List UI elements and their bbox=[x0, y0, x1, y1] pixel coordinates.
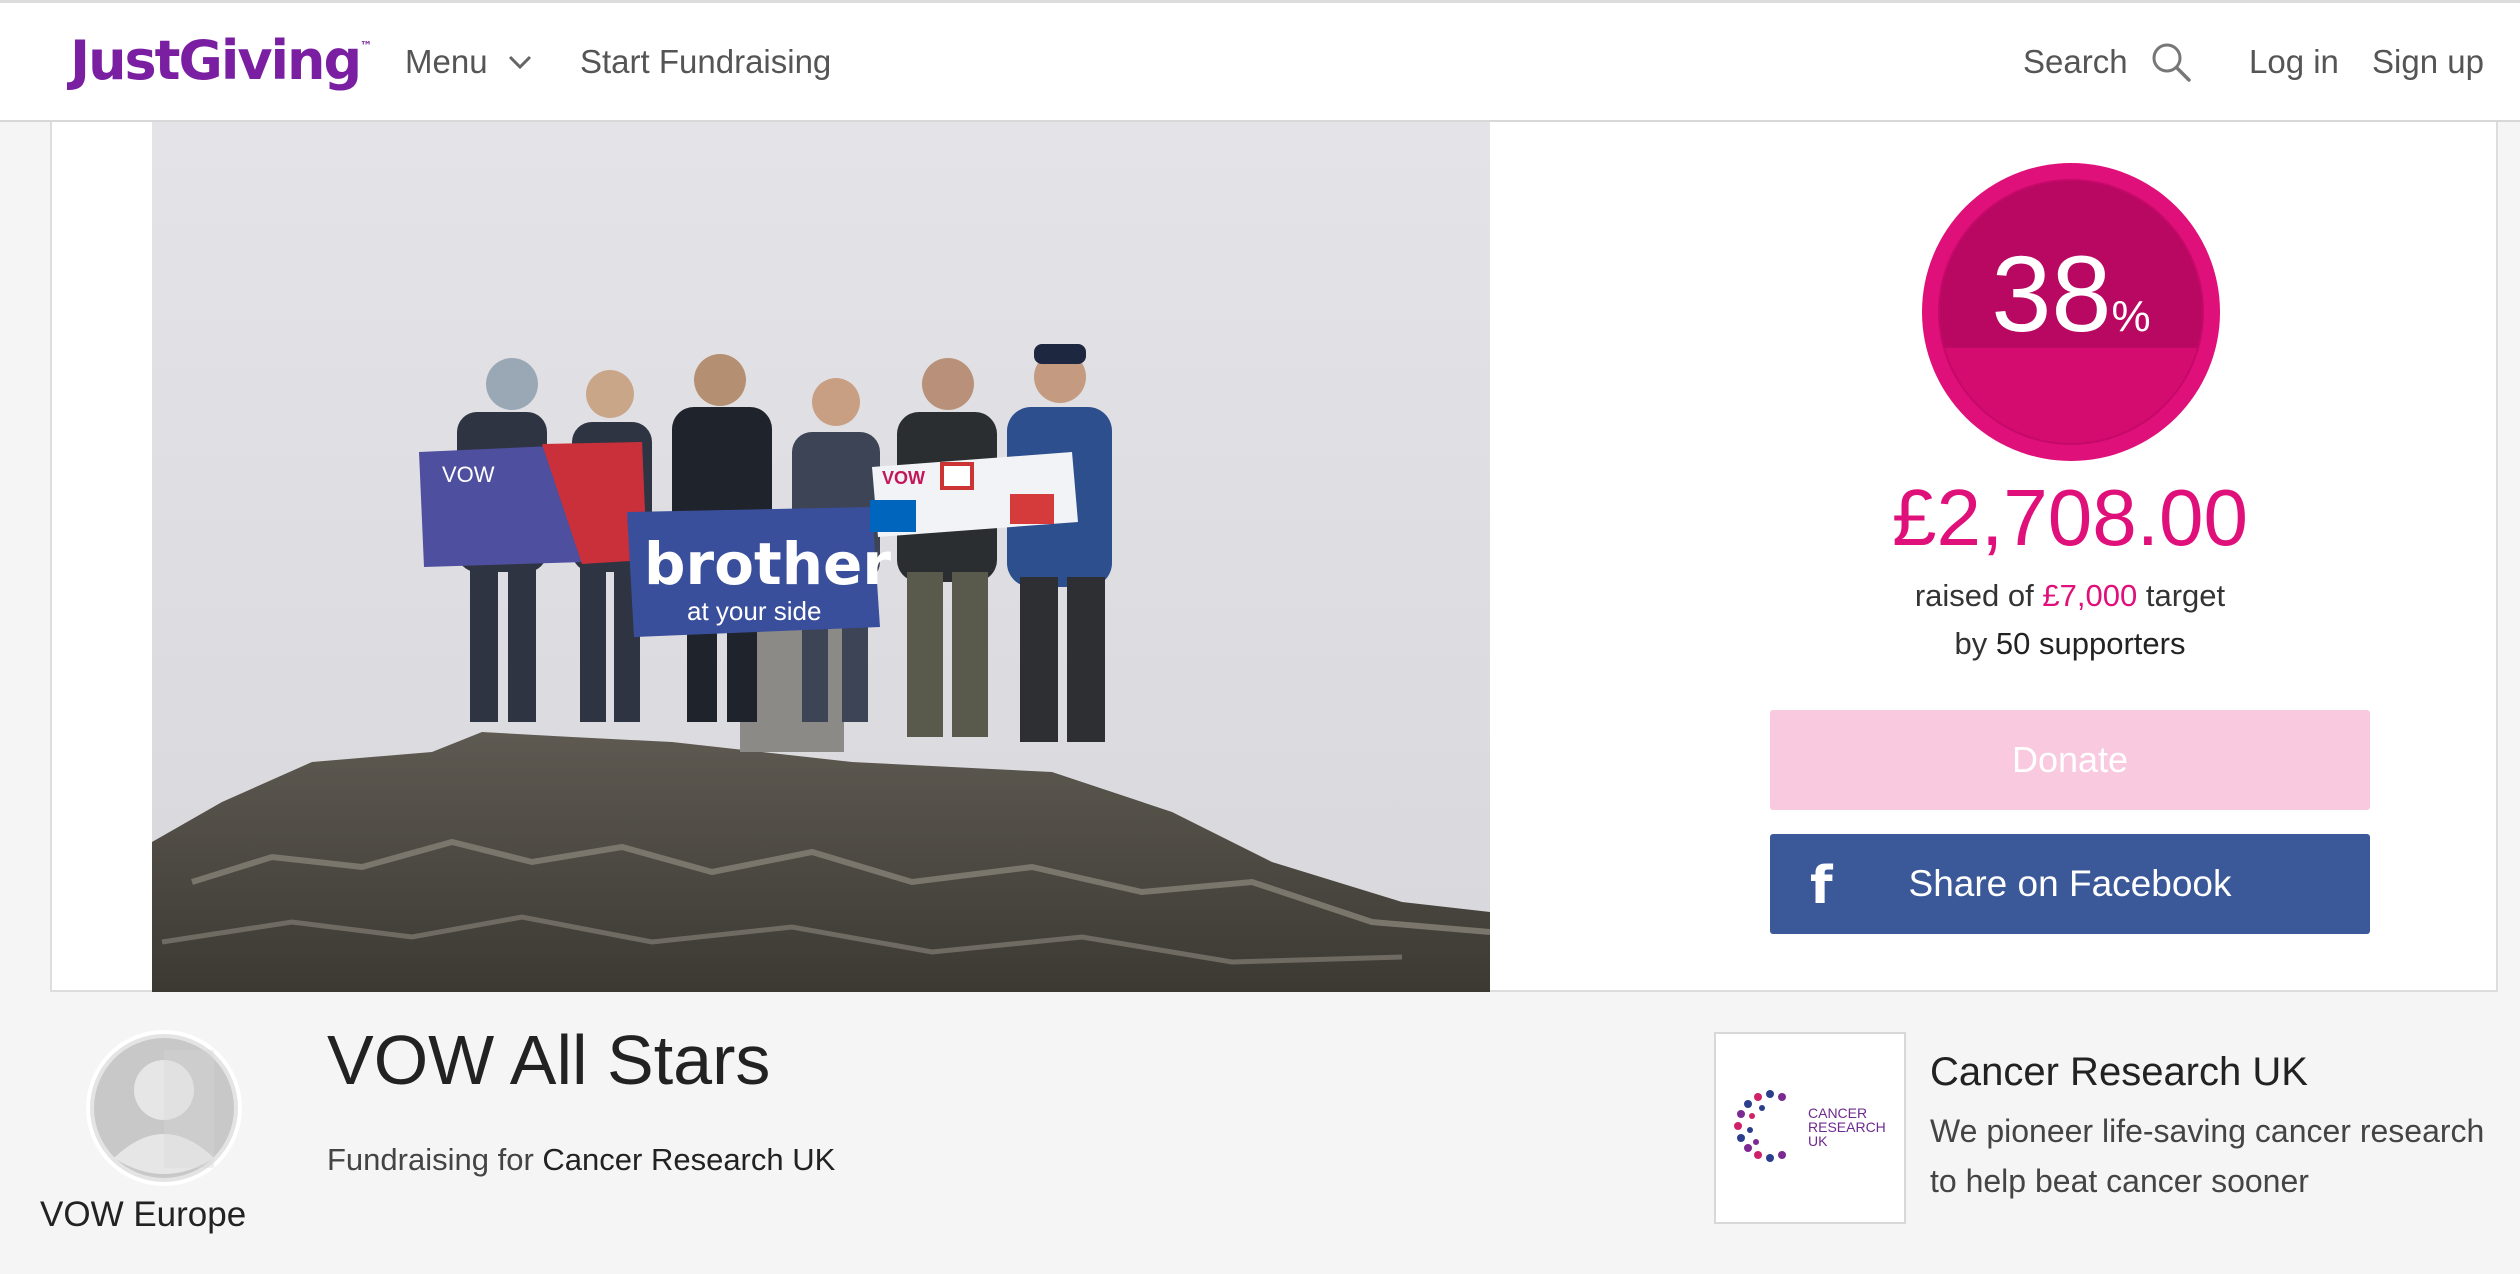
charity-logo-text: CANCER RESEARCH UK bbox=[1808, 1105, 1886, 1149]
target-amount: £7,000 bbox=[2042, 578, 2138, 613]
charity-link[interactable]: Cancer Research UK bbox=[542, 1142, 835, 1177]
mountain-summit-photo: VOW brother at your side VOW bbox=[152, 122, 1490, 992]
cancer-research-logo-icon bbox=[1734, 1090, 1786, 1162]
progress-percent: 38% bbox=[1991, 233, 2151, 354]
donate-button[interactable]: Donate bbox=[1770, 710, 2370, 810]
user-avatar-icon[interactable] bbox=[86, 1030, 242, 1186]
fundraising-for-line: Fundraising for Cancer Research UK bbox=[327, 1142, 836, 1177]
supporters-line: by 50 supporters bbox=[1954, 626, 2186, 661]
search-label: Search bbox=[2023, 43, 2128, 80]
supporters-count: 50 supporters bbox=[1995, 626, 2186, 661]
photo-banner-left-text: VOW bbox=[442, 462, 495, 487]
page-owner-name[interactable]: VOW Europe bbox=[40, 1195, 290, 1235]
log-in-link[interactable]: Log in bbox=[2249, 43, 2339, 81]
search-button[interactable]: Search bbox=[2023, 41, 2192, 83]
menu-label: Menu bbox=[405, 43, 488, 80]
justgiving-logo[interactable]: JustGiving™ bbox=[70, 29, 372, 92]
top-navigation-bar: JustGiving™ Menu Start Fundraising Searc… bbox=[0, 0, 2520, 122]
menu-button[interactable]: Menu bbox=[405, 43, 534, 81]
fundraiser-photo: VOW brother at your side VOW bbox=[152, 122, 1490, 992]
target-line: raised of £7,000 target bbox=[1914, 578, 2226, 613]
share-on-facebook-label: Share on Facebook bbox=[1908, 863, 2232, 904]
charity-name[interactable]: Cancer Research UK bbox=[1930, 1050, 2308, 1095]
charity-description: We pioneer life-saving cancer research t… bbox=[1930, 1113, 2485, 1199]
chevron-down-icon bbox=[508, 55, 531, 70]
charity-logo[interactable]: CANCER RESEARCH UK bbox=[1714, 1032, 1906, 1224]
page-title: VOW All Stars bbox=[327, 1021, 771, 1099]
start-fundraising-link[interactable]: Start Fundraising bbox=[580, 43, 831, 81]
sign-up-link[interactable]: Sign up bbox=[2372, 43, 2484, 81]
photo-banner-right-text: VOW bbox=[882, 468, 925, 488]
search-icon bbox=[2152, 43, 2191, 82]
share-on-facebook-button[interactable]: f Share on Facebook bbox=[1770, 834, 2370, 934]
photo-banner-slogan-text: at your side bbox=[687, 596, 821, 626]
photo-banner-brand-text: brother bbox=[644, 530, 891, 598]
amount-raised: £2,708.00 bbox=[1892, 473, 2248, 562]
facebook-icon: f bbox=[1810, 856, 1833, 916]
